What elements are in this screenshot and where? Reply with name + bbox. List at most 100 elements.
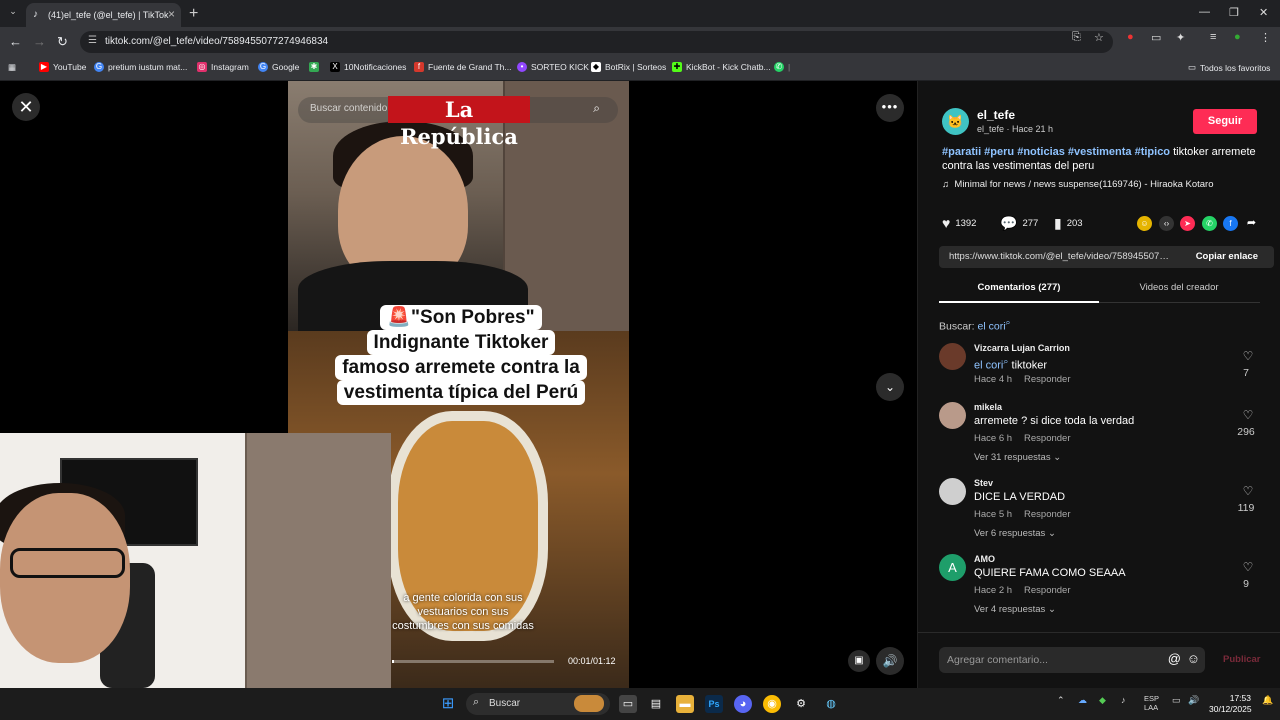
tab-comments[interactable]: Comentarios (277)	[939, 282, 1099, 303]
whatsapp-share-icon[interactable]: ✆	[1202, 216, 1217, 231]
file-explorer-icon[interactable]: ▬	[676, 695, 694, 713]
extensions-puzzle-icon[interactable]: ✦	[1176, 31, 1185, 44]
comment-like-icon[interactable]: ♡	[1235, 349, 1261, 363]
comment-username[interactable]: mikela	[974, 402, 1002, 412]
search-keyword[interactable]: el cori	[978, 321, 1006, 333]
close-tab-icon[interactable]: ×	[168, 7, 175, 21]
comment-avatar[interactable]: A	[939, 554, 966, 581]
video-progress-bar[interactable]	[392, 660, 554, 663]
post-comment-button[interactable]: Publicar	[1223, 654, 1261, 665]
comment-button[interactable]: 💬 277	[1000, 215, 1038, 232]
site-info-icon[interactable]: ☰	[88, 35, 97, 46]
volume-tray-icon[interactable]: 🔊	[1188, 695, 1199, 706]
reload-icon[interactable]: ↻	[57, 34, 68, 50]
reply-button[interactable]: Responder	[1024, 374, 1070, 385]
tray-chevron-icon[interactable]: ⌃	[1057, 695, 1065, 706]
all-bookmarks[interactable]: ▭ Todos los favoritos	[1188, 62, 1270, 73]
reply-button[interactable]: Responder	[1024, 585, 1070, 596]
bookmark-kickbot[interactable]: ✚ KickBot - Kick Chatb...	[672, 62, 771, 72]
comment-keyword[interactable]: el cori	[974, 360, 1003, 372]
discord-icon[interactable]: ◕	[734, 695, 752, 713]
add-comment-input[interactable]: Agregar comentario... @ ☺	[939, 647, 1205, 673]
close-window-icon[interactable]: ✕	[1259, 6, 1268, 19]
menu-kebab-icon[interactable]: ⋮	[1260, 31, 1271, 44]
comment-avatar[interactable]	[939, 478, 966, 505]
bookmark-youtube[interactable]: ▶ YouTube	[39, 62, 86, 72]
comment-like-icon[interactable]: ♡	[1235, 484, 1261, 498]
app-icon[interactable]: ▤	[647, 695, 665, 713]
microphone-icon[interactable]: ♪	[1121, 695, 1126, 705]
music-track[interactable]: ♫ Minimal for news / news suspense(11697…	[942, 179, 1214, 190]
creator-username[interactable]: el_tefe	[977, 108, 1015, 122]
next-video-chevron-icon[interactable]: ⌄	[876, 373, 904, 401]
hashtags[interactable]: #paratii #peru #noticias #vestimenta #ti…	[942, 146, 1170, 158]
windows-start-icon[interactable]: ⊞	[439, 695, 457, 713]
share-arrow-icon[interactable]: ➦	[1244, 216, 1259, 231]
onedrive-icon[interactable]: ☁	[1078, 695, 1087, 706]
more-options-icon[interactable]: •••	[876, 94, 904, 122]
taskbar-search[interactable]: ⌕ Buscar	[466, 693, 610, 715]
reply-button[interactable]: Responder	[1024, 509, 1070, 520]
copy-link-button[interactable]: Copiar enlace	[1196, 251, 1258, 262]
comment-username[interactable]: AMO	[974, 554, 995, 564]
reading-list-icon[interactable]: ≡	[1210, 31, 1216, 43]
comment-username[interactable]: Vizcarra Lujan Carrion	[974, 343, 1070, 353]
url-text[interactable]: tiktok.com/@el_tefe/video/75894550772749…	[105, 36, 328, 47]
bookmark-google[interactable]: G Google	[258, 62, 299, 72]
view-replies[interactable]: Ver 4 respuestas ⌄	[974, 604, 1056, 615]
repost-icon[interactable]: ☺	[1137, 216, 1152, 231]
language-indicator[interactable]: ESP LAA	[1144, 694, 1159, 712]
share-link-text[interactable]: https://www.tiktok.com/@el_tefe/video/75…	[949, 251, 1173, 262]
extension-icon[interactable]: ▭	[1151, 31, 1161, 44]
facebook-share-icon[interactable]: f	[1223, 216, 1238, 231]
mention-icon[interactable]: @	[1168, 651, 1181, 666]
bookmark-pretium[interactable]: Gpretium iustum mat...	[94, 62, 187, 72]
tab-creator-videos[interactable]: Videos del creador	[1099, 282, 1259, 293]
install-app-icon[interactable]: ⎘	[1072, 31, 1081, 44]
profile-avatar[interactable]: ●	[1234, 31, 1241, 43]
apps-grid-icon[interactable]: ▦	[8, 62, 16, 73]
photoshop-icon[interactable]: Ps	[705, 695, 723, 713]
follow-button[interactable]: Seguir	[1193, 109, 1257, 134]
comment-like-icon[interactable]: ♡	[1235, 560, 1261, 574]
app-globe-icon[interactable]: ◍	[822, 695, 840, 713]
comment-avatar[interactable]	[939, 343, 966, 370]
bookmark-sorteo-kick[interactable]: • SORTEO KICK	[517, 62, 589, 72]
browser-tab[interactable]: ♪ (41)el_tefe (@el_tefe) | TikTok ×	[26, 3, 181, 27]
comment-avatar[interactable]	[939, 402, 966, 429]
system-clock[interactable]: 17:53 30/12/2025	[1209, 693, 1252, 715]
new-tab-icon[interactable]: +	[189, 5, 198, 23]
bookmark-unnamed[interactable]: ✱	[309, 62, 319, 72]
network-icon[interactable]: ▭	[1172, 695, 1181, 706]
restore-icon[interactable]: ❐	[1229, 6, 1239, 19]
close-video-button[interactable]: ✕	[12, 93, 40, 121]
bookmark-grand-theft[interactable]: f Fuente de Grand Th...	[414, 62, 511, 72]
creator-avatar[interactable]: 🐱	[942, 108, 969, 135]
extension-record-icon[interactable]: ●	[1127, 31, 1134, 43]
view-replies[interactable]: Ver 31 respuestas ⌄	[974, 452, 1061, 463]
like-button[interactable]: ♥ 1392	[942, 215, 976, 231]
tab-search-icon[interactable]: ⌄	[6, 6, 20, 20]
view-replies[interactable]: Ver 6 respuestas ⌄	[974, 528, 1056, 539]
minimize-icon[interactable]: —	[1199, 6, 1210, 18]
task-view-icon[interactable]: ▭	[619, 695, 637, 713]
bookmark-10notificaciones[interactable]: X 10Notificaciones	[330, 62, 406, 72]
volume-icon[interactable]: 🔊	[876, 647, 904, 675]
send-icon[interactable]: ➤	[1180, 216, 1195, 231]
notifications-icon[interactable]: 🔔	[1262, 695, 1273, 706]
defender-icon[interactable]: ◆	[1099, 695, 1106, 706]
bookmark-instagram[interactable]: ◎ Instagram	[197, 62, 249, 72]
address-bar[interactable]: ☰ tiktok.com/@el_tefe/video/758945507727…	[80, 31, 1113, 53]
bookmark-whatsapp[interactable]: ✆ |	[774, 62, 790, 72]
comment-like-icon[interactable]: ♡	[1235, 408, 1261, 422]
bookmark-star-icon[interactable]: ☆	[1094, 31, 1104, 44]
reply-button[interactable]: Responder	[1024, 433, 1070, 444]
emoji-icon[interactable]: ☺	[1187, 651, 1200, 666]
search-icon[interactable]: ⌕	[593, 101, 600, 116]
chrome-icon[interactable]: ◉	[763, 695, 781, 713]
steam-icon[interactable]: ⚙	[792, 695, 810, 713]
comment-username[interactable]: Stev	[974, 478, 993, 488]
embed-icon[interactable]: ‹›	[1159, 216, 1174, 231]
forward-icon[interactable]: →	[33, 34, 46, 49]
save-button[interactable]: ▮ 203	[1054, 215, 1083, 232]
